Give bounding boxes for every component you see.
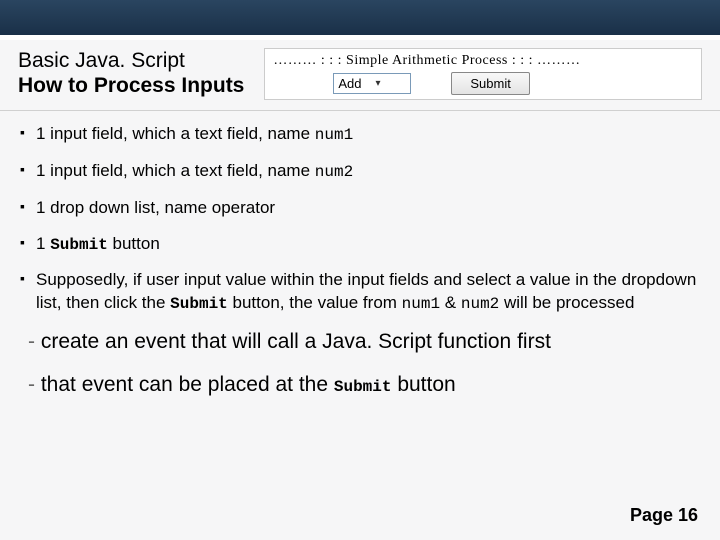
bullet-paragraph: Supposedly, if user input value within t…	[18, 269, 702, 314]
sub-bullet-list: - create an event that will call a Java.…	[18, 328, 702, 399]
bullet-item: 1 Submit button	[18, 233, 702, 256]
title-line1: Basic Java. Script	[18, 48, 244, 73]
title-line2: How to Process Inputs	[18, 73, 244, 98]
dropdown-value: Add	[338, 76, 361, 91]
page-number: Page 16	[630, 505, 698, 526]
submit-button[interactable]: Submit	[451, 72, 529, 95]
bullet-item: 1 drop down list, name operator	[18, 197, 702, 219]
content-area: 1 input field, which a text field, name …	[0, 111, 720, 399]
screenshot-inset: ……… : : : Simple Arithmetic Process : : …	[264, 48, 702, 100]
sub-bullet-item: - create an event that will call a Java.…	[18, 328, 702, 356]
dash-icon: -	[28, 330, 41, 353]
chevron-down-icon: ▾	[376, 78, 381, 89]
header-row: Basic Java. Script How to Process Inputs…	[0, 40, 720, 111]
sub-bullet-item: - that event can be placed at the Submit…	[18, 371, 702, 399]
inset-caption: ……… : : : Simple Arithmetic Process : : …	[273, 53, 693, 69]
dash-icon: -	[28, 373, 41, 396]
inset-controls: Add ▾ Submit	[273, 72, 693, 95]
slide-title: Basic Java. Script How to Process Inputs	[18, 48, 244, 98]
bullet-item: 1 input field, which a text field, name …	[18, 160, 702, 183]
bullet-item: 1 input field, which a text field, name …	[18, 123, 702, 146]
operator-dropdown[interactable]: Add ▾	[333, 73, 411, 94]
top-color-bar	[0, 0, 720, 40]
bullet-list: 1 input field, which a text field, name …	[18, 123, 702, 314]
